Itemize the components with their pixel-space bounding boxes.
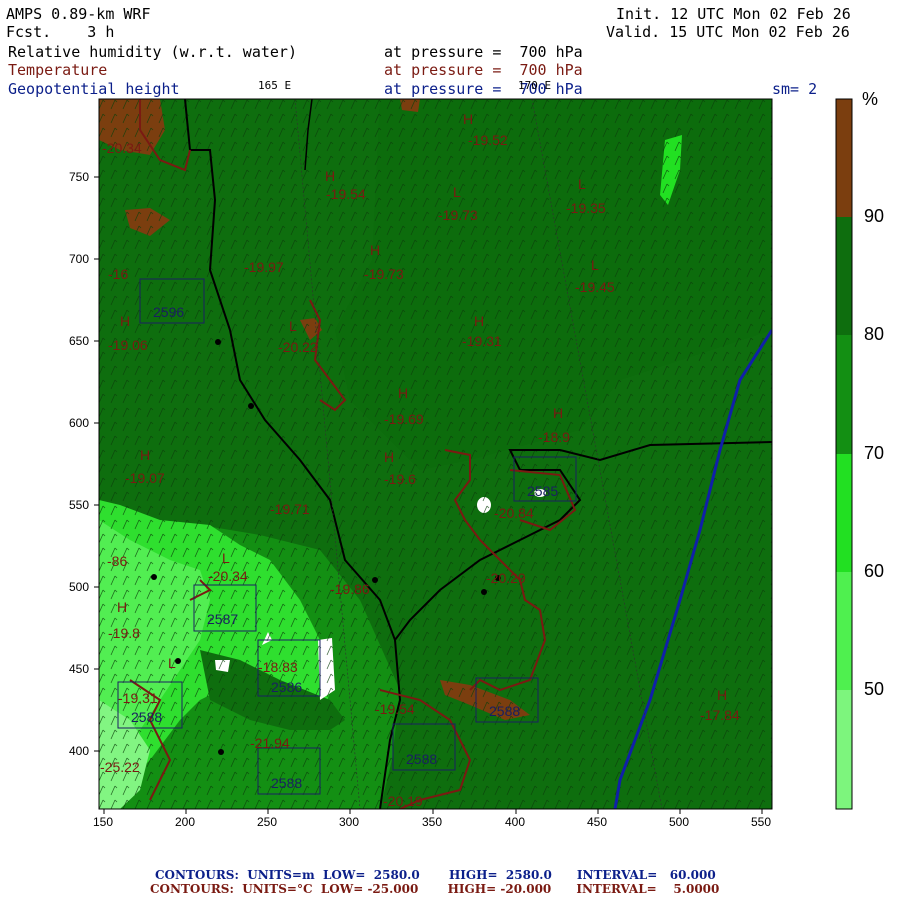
wind-barbs — [99, 99, 772, 809]
x-tick-label: 300 — [339, 815, 360, 829]
temperature-value: -19.6 — [384, 471, 416, 487]
temperature-value: -19.69 — [384, 411, 424, 427]
temperature-value: -19.31 — [118, 690, 158, 706]
high-center-mark: H — [474, 313, 484, 329]
temperature-value: -19.97 — [244, 259, 284, 275]
high-center-mark: H — [370, 242, 380, 258]
y-tick-label: 500 — [69, 580, 90, 594]
y-tick-label: 450 — [69, 662, 90, 676]
temperature-value: -20.29 — [486, 570, 526, 586]
colorbar-label: 90 — [864, 206, 885, 226]
low-center-mark: L — [289, 318, 297, 334]
colorbar-segment-60-70 — [836, 454, 852, 572]
high-center-mark: H — [553, 405, 563, 421]
x-tick-label: 250 — [257, 815, 278, 829]
colorbar-segment-80-90 — [836, 217, 852, 335]
low-center-mark: L — [168, 655, 176, 671]
temperature-value: -19.71 — [270, 501, 310, 517]
temperature-value: -19.73 — [438, 207, 478, 223]
y-tick-label: 650 — [69, 334, 90, 348]
high-center-mark: H — [463, 111, 473, 127]
height-value: 2587 — [207, 611, 238, 627]
height-value: 2596 — [153, 304, 184, 320]
low-center-mark: L — [453, 184, 461, 200]
colorbar-segment-below-50 — [836, 690, 852, 809]
humidity-map: 2596 2587 2586 2588 2588 2588 2588 2585 … — [94, 98, 853, 814]
temperature-value: -18.83 — [258, 659, 298, 675]
height-value: 2588 — [271, 775, 302, 791]
temperature-value: -19.45 — [575, 279, 615, 295]
y-tick-label: 400 — [69, 744, 90, 758]
colorbar-segment-70-80 — [836, 335, 852, 454]
high-center-mark: H — [717, 687, 727, 703]
temperature-value: -19.35 — [566, 200, 606, 216]
temperature-contour-info: CONTOURS: UNITS=°C LOW= -25.000 HIGH= -2… — [150, 882, 720, 896]
low-center-mark: L — [222, 550, 230, 566]
temperature-value: -18.9 — [538, 429, 570, 445]
x-tick-label: 150 — [93, 815, 114, 829]
temperature-value: -17.84 — [700, 707, 740, 723]
temperature-value: -20.34 — [102, 140, 142, 156]
colorbar-label: 50 — [864, 679, 885, 699]
height-value: 2588 — [406, 751, 437, 767]
height-value: 2588 — [131, 709, 162, 725]
temperature-value: -19.86 — [330, 581, 370, 597]
temperature-value: -19.54 — [326, 186, 366, 202]
x-tick-label: 500 — [669, 815, 690, 829]
temperature-value: -20.84 — [494, 505, 534, 521]
colorbar-label: 70 — [864, 443, 885, 463]
high-center-mark: H — [140, 447, 150, 463]
temperature-value: -19.52 — [468, 132, 508, 148]
high-center-mark: H — [384, 449, 394, 465]
y-tick-label: 750 — [69, 170, 90, 184]
colorbar — [835, 98, 853, 810]
temperature-value: -20.22 — [278, 339, 318, 355]
plot-area: 2596 2587 2586 2588 2588 2588 2588 2585 … — [99, 99, 772, 809]
colorbar-unit: % — [862, 89, 879, 109]
temperature-value: -20.19 — [383, 793, 423, 809]
low-center-mark: L — [591, 257, 599, 273]
high-center-mark: H — [117, 599, 127, 615]
colorbar-label: 60 — [864, 561, 885, 581]
height-value: 2588 — [489, 703, 520, 719]
height-value: 2585 — [527, 483, 558, 499]
temperature-value: -19.8 — [108, 625, 140, 641]
colorbar-segment-50-60 — [836, 572, 852, 690]
temperature-value: -19.73 — [364, 266, 404, 282]
temperature-value: -19.06 — [108, 337, 148, 353]
y-tick-label: 700 — [69, 252, 90, 266]
x-tick-label: 400 — [505, 815, 526, 829]
colorbar-segment-above-90 — [836, 99, 852, 217]
x-tick-label: 350 — [422, 815, 443, 829]
x-tick-label: 200 — [175, 815, 196, 829]
high-center-mark: H — [398, 385, 408, 401]
temperature-value: -25.22 — [100, 759, 140, 775]
y-tick-label: 550 — [69, 498, 90, 512]
x-tick-label: 450 — [587, 815, 608, 829]
high-center-mark: H — [120, 313, 130, 329]
high-center-mark: H — [325, 168, 335, 184]
x-tick-label: 550 — [751, 815, 772, 829]
colorbar-label: 80 — [864, 324, 885, 344]
height-contour-info: CONTOURS: UNITS=m LOW= 2580.0 HIGH= 2580… — [155, 868, 716, 882]
temperature-value: -16 — [108, 266, 128, 282]
temperature-value: -19.07 — [125, 470, 165, 486]
y-tick-label: 600 — [69, 416, 90, 430]
temperature-value: -20.34 — [208, 568, 248, 584]
temperature-value: -86 — [107, 553, 127, 569]
height-value: 2586 — [271, 679, 302, 695]
low-center-mark: L — [578, 176, 586, 192]
temperature-value: -19.54 — [375, 701, 415, 717]
temperature-value: -19.31 — [462, 333, 502, 349]
temperature-value: -21.94 — [250, 735, 290, 751]
